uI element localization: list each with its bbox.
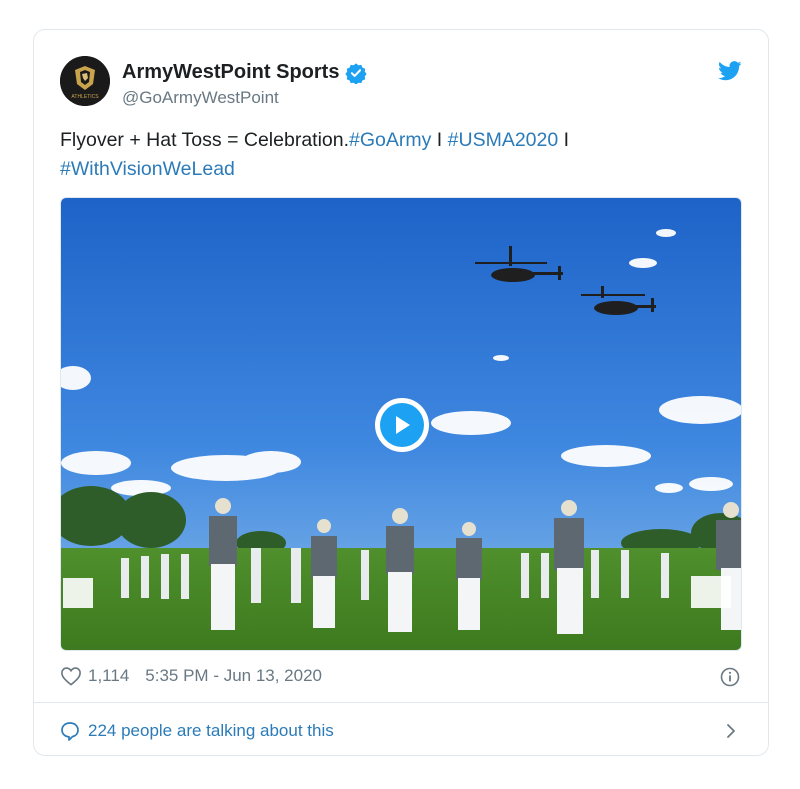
hashtag-usma2020[interactable]: #USMA2020	[448, 129, 559, 151]
hashtag-goarmy[interactable]: #GoArmy	[349, 129, 431, 151]
play-icon	[396, 416, 410, 434]
tweet-timestamp[interactable]: 5:35 PM - Jun 13, 2020	[145, 666, 322, 686]
hashtag-withvisionwelead[interactable]: #WithVisionWeLead	[60, 158, 235, 180]
twitter-bird-icon[interactable]	[718, 60, 742, 82]
avatar[interactable]: ATHLETICS	[60, 56, 110, 106]
conversation-count[interactable]: 224 people are talking about this	[88, 721, 334, 741]
divider	[34, 702, 768, 703]
tweet-text: Flyover + Hat Toss = Celebration.#GoArmy…	[60, 126, 720, 184]
tweet-card: ATHLETICS ArmyWestPoint Sports @GoArmyWe…	[33, 29, 769, 756]
tweet-text-separator: I	[431, 129, 448, 151]
conversation-link[interactable]: 224 people are talking about this	[60, 710, 768, 752]
tweet-meta: 1,114 5:35 PM - Jun 13, 2020	[60, 666, 322, 686]
chevron-right-icon[interactable]	[724, 723, 738, 739]
author-name-row[interactable]: ArmyWestPoint Sports	[122, 61, 368, 84]
tweet-text-separator: I	[558, 129, 570, 151]
user-handle[interactable]: @GoArmyWestPoint	[122, 88, 279, 108]
verified-badge-icon	[345, 62, 368, 84]
display-name[interactable]: ArmyWestPoint Sports	[122, 61, 339, 84]
like-button[interactable]: 1,114	[60, 666, 129, 686]
heart-icon	[61, 667, 81, 686]
video-media[interactable]	[60, 197, 742, 651]
like-count: 1,114	[88, 666, 130, 685]
avatar-label: ATHLETICS	[71, 94, 99, 100]
play-button[interactable]	[375, 398, 429, 452]
comment-bubble-icon	[61, 722, 79, 741]
tweet-text-part: Flyover + Hat Toss = Celebration.	[60, 129, 350, 151]
army-logo-icon: ATHLETICS	[60, 56, 110, 106]
info-icon[interactable]	[720, 667, 740, 687]
